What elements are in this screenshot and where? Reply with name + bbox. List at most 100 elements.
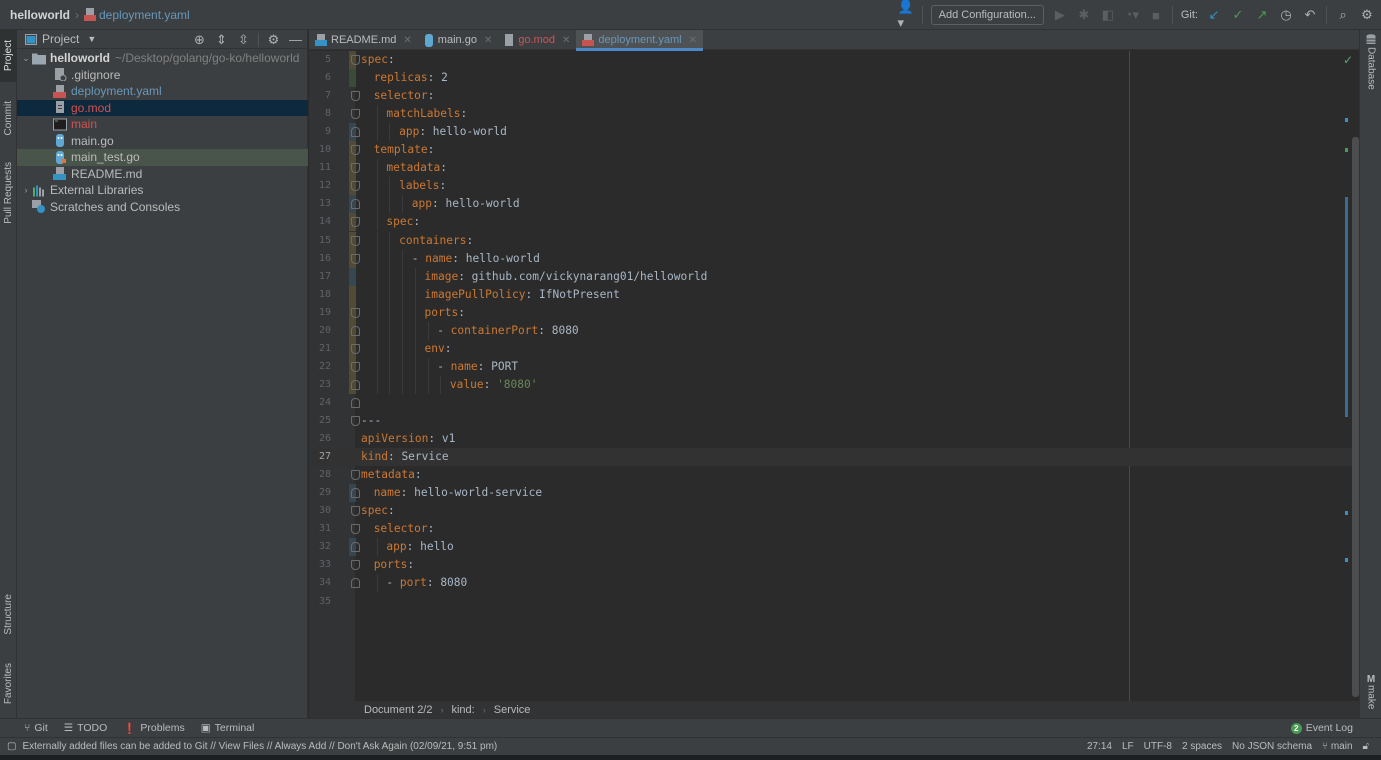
code-line[interactable]: 10 template: bbox=[309, 141, 1359, 160]
unlock-icon[interactable]: 🔓︎ bbox=[1363, 741, 1369, 752]
add-configuration-button[interactable]: Add Configuration... bbox=[930, 5, 1044, 25]
stripe-tab-pull-requests[interactable]: Pull Requests bbox=[0, 154, 17, 232]
settings-gear-icon[interactable]: ⚙ bbox=[266, 32, 281, 48]
collapse-all-icon[interactable]: ⇳ bbox=[236, 32, 251, 48]
code-line[interactable]: 5 spec: bbox=[309, 51, 1359, 69]
fold-end-icon[interactable] bbox=[351, 325, 360, 336]
line-number[interactable]: 14 bbox=[309, 213, 331, 231]
line-number[interactable]: 8 bbox=[309, 105, 331, 123]
code-line[interactable]: 20 - containerPort: 8080 bbox=[309, 321, 1359, 340]
locate-file-icon[interactable]: ⊕ bbox=[192, 32, 207, 48]
code-line[interactable]: 9 app: hello-world bbox=[309, 123, 1359, 142]
line-number[interactable]: 7 bbox=[309, 87, 331, 105]
line-number[interactable]: 21 bbox=[309, 340, 331, 358]
code-line[interactable]: 33 ports: bbox=[309, 556, 1359, 574]
hide-panel-icon[interactable]: — bbox=[288, 32, 303, 48]
close-icon[interactable]: ✕ bbox=[689, 35, 697, 46]
code-line[interactable]: 14 spec: bbox=[309, 213, 1359, 232]
fold-start-icon[interactable] bbox=[351, 343, 360, 354]
code-line[interactable]: 12 labels: bbox=[309, 177, 1359, 196]
tree-item-readme[interactable]: README.md bbox=[17, 166, 308, 183]
line-number[interactable]: 31 bbox=[309, 520, 331, 538]
code-line[interactable]: 23 value: '8080' bbox=[309, 375, 1359, 394]
line-number[interactable]: 6 bbox=[309, 69, 331, 87]
change-marker[interactable] bbox=[1345, 558, 1348, 562]
json-schema[interactable]: No JSON schema bbox=[1232, 741, 1312, 752]
tool-window-terminal[interactable]: ▣ Terminal bbox=[201, 722, 255, 734]
vcs-change-marker[interactable] bbox=[349, 267, 356, 286]
vertical-scrollbar[interactable] bbox=[1352, 137, 1359, 697]
chevron-down-icon[interactable]: ▼ bbox=[87, 34, 96, 44]
fold-end-icon[interactable] bbox=[351, 578, 360, 589]
code-line[interactable]: 8 matchLabels: bbox=[309, 105, 1359, 124]
code-line[interactable]: 18 imagePullPolicy: IfNotPresent bbox=[309, 285, 1359, 304]
line-number[interactable]: 19 bbox=[309, 304, 331, 322]
user-icon[interactable]: 👤▾ bbox=[898, 0, 914, 30]
fold-start-icon[interactable] bbox=[351, 416, 360, 426]
code-line[interactable]: 16 - name: hello-world bbox=[309, 249, 1359, 268]
tree-item-scratches[interactable]: Scratches and Consoles bbox=[17, 199, 308, 216]
toggle-tool-windows-icon[interactable]: ▢ bbox=[7, 741, 16, 752]
line-number[interactable]: 35 bbox=[309, 593, 331, 611]
code-line[interactable]: 13 app: hello-world bbox=[309, 195, 1359, 214]
fold-start-icon[interactable] bbox=[351, 217, 360, 228]
change-marker[interactable] bbox=[1345, 511, 1348, 515]
line-number[interactable]: 12 bbox=[309, 177, 331, 195]
code-line[interactable]: 35 bbox=[309, 593, 1359, 611]
fold-end-icon[interactable] bbox=[351, 542, 360, 553]
code-editor[interactable]: 5 spec: 6 replicas: 2 7 selector: 8 matchLabels… bbox=[309, 51, 1359, 701]
tree-root-folder[interactable]: ⌄ helloworld ~/Desktop/golang/go-ko/hell… bbox=[17, 50, 308, 67]
line-number[interactable]: 28 bbox=[309, 466, 331, 484]
line-number[interactable]: 11 bbox=[309, 159, 331, 177]
stripe-tab-project[interactable]: Project bbox=[0, 30, 17, 82]
line-number[interactable]: 22 bbox=[309, 358, 331, 376]
line-number[interactable]: 25 bbox=[309, 412, 331, 430]
vcs-change-marker[interactable] bbox=[349, 69, 356, 88]
fold-end-icon[interactable] bbox=[351, 397, 360, 408]
tree-item-external-libraries[interactable]: › External Libraries bbox=[17, 182, 308, 199]
code-line[interactable]: 27 kind: Service bbox=[309, 448, 1359, 467]
line-number[interactable]: 18 bbox=[309, 286, 331, 304]
tree-item-main-go[interactable]: main.go bbox=[17, 133, 308, 150]
line-number[interactable]: 15 bbox=[309, 232, 331, 250]
breadcrumb-value[interactable]: Service bbox=[494, 704, 531, 716]
code-line[interactable]: 30 spec: bbox=[309, 502, 1359, 520]
tool-window-problems[interactable]: ❗ Problems bbox=[123, 722, 184, 735]
tab-deployment-yaml[interactable]: deployment.yaml ✕ bbox=[576, 30, 703, 51]
code-line[interactable]: 34 - port: 8080 bbox=[309, 574, 1359, 593]
line-number[interactable]: 23 bbox=[309, 376, 331, 394]
line-separator[interactable]: LF bbox=[1122, 741, 1134, 752]
git-branch-widget[interactable]: ⑂ main bbox=[1322, 741, 1352, 752]
line-number[interactable]: 32 bbox=[309, 538, 331, 556]
chevron-right-icon[interactable]: › bbox=[20, 185, 32, 195]
git-push-icon[interactable]: ↗ bbox=[1254, 7, 1270, 23]
line-number[interactable]: 24 bbox=[309, 394, 331, 412]
tree-item-main-test-go[interactable]: main_test.go bbox=[17, 149, 308, 166]
tool-window-git[interactable]: ⑂ Git bbox=[24, 722, 48, 734]
code-line[interactable]: 26 apiVersion: v1 bbox=[309, 430, 1359, 448]
code-line[interactable]: 24 bbox=[309, 394, 1359, 412]
line-number[interactable]: 13 bbox=[309, 195, 331, 213]
profile-icon[interactable]: ◔▾ bbox=[1124, 7, 1140, 23]
event-log-button[interactable]: 2 Event Log bbox=[1290, 722, 1353, 734]
fold-end-icon[interactable] bbox=[351, 488, 360, 499]
fold-end-icon[interactable] bbox=[351, 127, 360, 138]
nav-project-crumb[interactable]: helloworld bbox=[10, 8, 70, 22]
fold-start-icon[interactable] bbox=[351, 470, 360, 481]
tree-item-deployment-yaml[interactable]: deployment.yaml bbox=[17, 83, 308, 100]
search-icon[interactable]: ⌕ bbox=[1335, 7, 1351, 23]
fold-start-icon[interactable] bbox=[351, 307, 360, 318]
code-line[interactable]: 15 containers: bbox=[309, 231, 1359, 250]
fold-start-icon[interactable] bbox=[351, 253, 360, 264]
line-number[interactable]: 33 bbox=[309, 556, 331, 574]
fold-start-icon[interactable] bbox=[351, 560, 360, 571]
line-number[interactable]: 29 bbox=[309, 484, 331, 502]
line-number[interactable]: 27 bbox=[309, 448, 331, 466]
tab-go-mod[interactable]: go.mod ✕ bbox=[498, 30, 576, 50]
expand-all-icon[interactable]: ⇕ bbox=[214, 32, 229, 48]
fold-start-icon[interactable] bbox=[351, 163, 360, 174]
line-number[interactable]: 10 bbox=[309, 141, 331, 159]
code-line[interactable]: 11 metadata: bbox=[309, 159, 1359, 178]
stripe-tab-structure[interactable]: Structure bbox=[0, 585, 17, 643]
inspection-ok-icon[interactable]: ✓ bbox=[1343, 53, 1353, 67]
